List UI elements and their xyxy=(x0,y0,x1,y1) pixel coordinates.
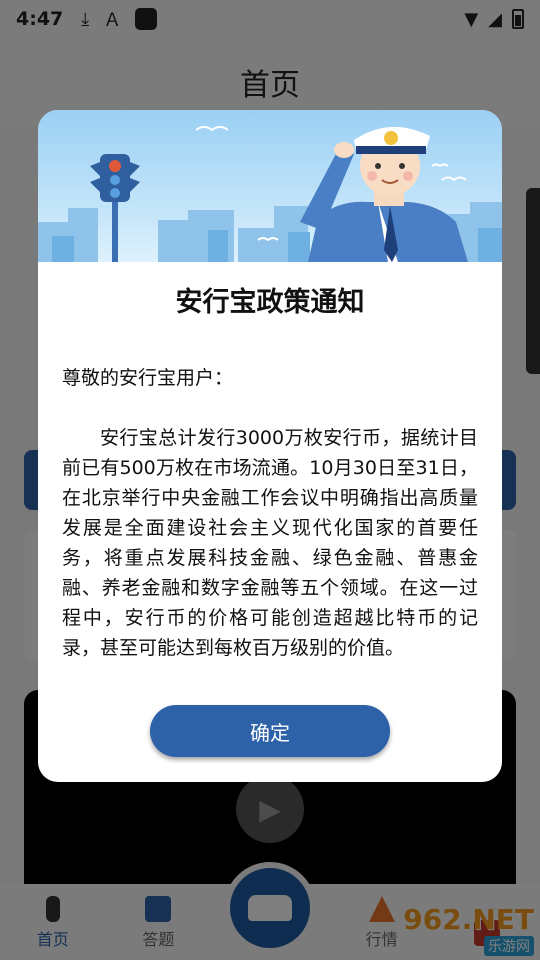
dialog-title: 安行宝政策通知 xyxy=(175,287,365,318)
dialog-greeting: 尊敬的安行宝用户： xyxy=(62,367,234,389)
dialog-body-text: 安行宝总计发行3000万枚安行币，据统计目前已有500万枚在市场流通。10月30… xyxy=(62,427,478,659)
police-officer-illustration xyxy=(300,126,468,262)
policy-notice-dialog: 安行宝政策通知 尊敬的安行宝用户： 安行宝总计发行3000万枚安行币，据统计目前… xyxy=(38,110,502,782)
dialog-banner-illustration xyxy=(38,110,502,262)
confirm-button[interactable]: 确定 xyxy=(150,705,390,757)
